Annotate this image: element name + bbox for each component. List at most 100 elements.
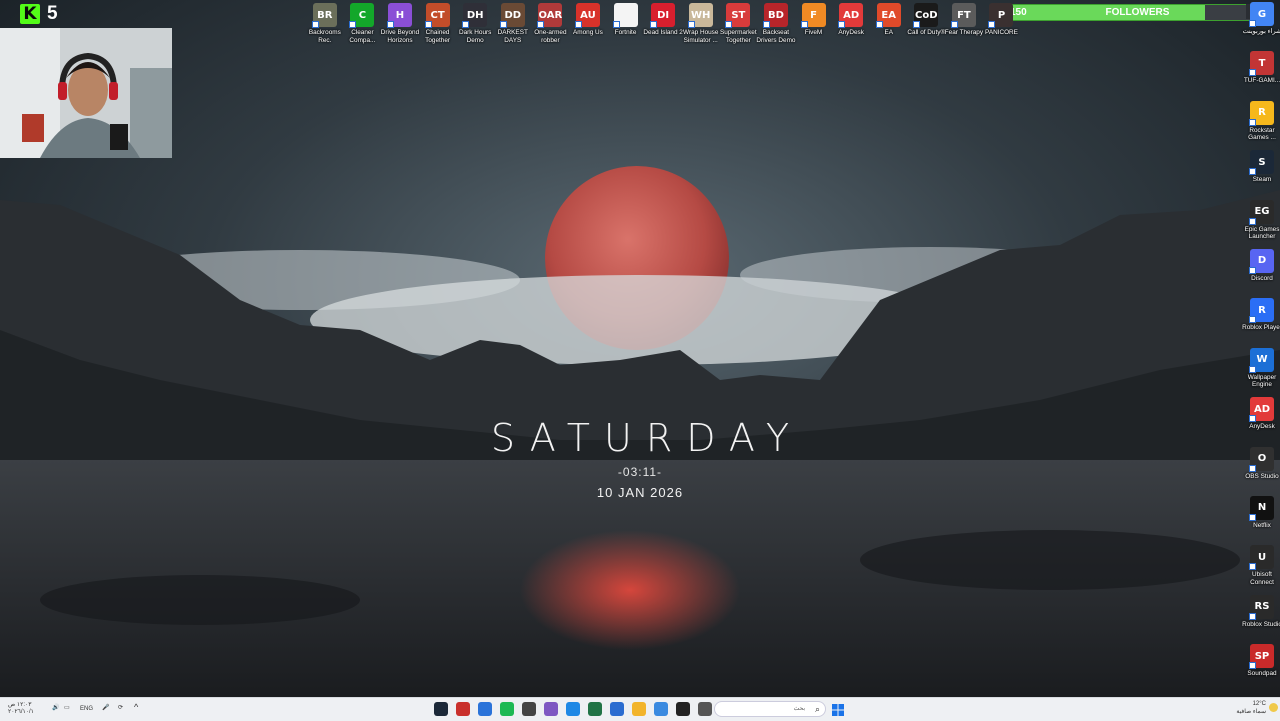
kick-logo: K bbox=[20, 4, 40, 24]
app-red-icon[interactable] bbox=[456, 702, 470, 716]
desktop-icon-ea[interactable]: EA EA bbox=[870, 3, 908, 44]
fear-therapy-icon: FT bbox=[950, 3, 976, 28]
epic-games-launcher-icon: EG bbox=[1249, 199, 1274, 225]
backseat-drivers-demo-icon: BD bbox=[762, 3, 788, 28]
drive-beyond-horizons-icon: H bbox=[386, 3, 412, 28]
desktop-icon-backrooms-rec[interactable]: BR Backrooms Rec. bbox=[306, 3, 344, 44]
desktop-icon-discord[interactable]: D Discord bbox=[1240, 248, 1280, 298]
desktop-icon-rockstar-games[interactable]: R Rockstar Games ... bbox=[1240, 100, 1280, 150]
soundpad-icon: SP bbox=[1249, 644, 1274, 670]
desktop-icon-label: One-armed robber bbox=[534, 29, 567, 44]
desktop-icon-label: TUF-GAMI... bbox=[1243, 77, 1280, 85]
desktop-icon-cleaner-compa[interactable]: C Cleaner Compa... bbox=[344, 3, 382, 44]
search-icon: ⌕ bbox=[814, 704, 820, 714]
fortnite-icon bbox=[612, 3, 638, 28]
desktop-icon-tuf-gami[interactable]: T TUF-GAMI... bbox=[1240, 51, 1280, 100]
desktop-icon-fivem[interactable]: F FiveM bbox=[795, 3, 833, 44]
desktop-icon-drive-beyond-horizons[interactable]: H Drive Beyond Horizons bbox=[381, 3, 419, 44]
desktop-icon-supermarket-together[interactable]: ST Supermarket Together bbox=[720, 3, 758, 44]
spotify-icon[interactable] bbox=[500, 702, 514, 716]
desktop-icon-wallpaper-engine[interactable]: W Wallpaper Engine bbox=[1240, 347, 1280, 397]
backrooms-rec-icon: BR bbox=[311, 3, 337, 28]
desktop-icon-backseat-drivers-demo[interactable]: BD Backseat Drivers Demo bbox=[756, 3, 795, 44]
start-button[interactable] bbox=[832, 703, 844, 716]
obs-icon[interactable] bbox=[522, 702, 536, 716]
desktop-icon-label: DARKEST DAYS bbox=[497, 29, 528, 44]
explorer-icon[interactable] bbox=[632, 702, 646, 716]
desktop-icon-soundpad[interactable]: SP Soundpad bbox=[1240, 644, 1280, 693]
desktop-icon-label: Wrap House Simulator ... bbox=[683, 29, 719, 44]
network-icon[interactable]: ▭ bbox=[64, 705, 70, 712]
photos-icon[interactable] bbox=[654, 702, 668, 716]
tray-app-icon[interactable]: ⟳ bbox=[118, 705, 123, 712]
one-armed-robber-icon: OAR bbox=[537, 3, 563, 28]
app-icon: G bbox=[1249, 2, 1274, 27]
desktop-icon-fear-therapy[interactable]: FT Fear Therapy bbox=[945, 3, 983, 44]
desktop-icon-darkest-days[interactable]: DD DARKEST DAYS bbox=[494, 3, 532, 44]
desktop-icon-dead-island-2[interactable]: DI Dead Island 2 bbox=[643, 3, 683, 44]
excel-icon[interactable] bbox=[588, 702, 602, 716]
desktop-icon-wrap-house-simulator[interactable]: WH Wrap House Simulator ... bbox=[682, 3, 720, 44]
steam-taskbar-icon[interactable] bbox=[434, 702, 448, 716]
weather-desc: سماء صافية bbox=[1236, 709, 1266, 715]
cleaner-compa-icon: C bbox=[349, 3, 375, 28]
edge-icon[interactable] bbox=[566, 702, 580, 716]
desktop-icon-label: Supermarket Together bbox=[720, 29, 757, 44]
search-placeholder: بحث bbox=[793, 706, 805, 712]
desktop-icon-label: Backrooms Rec. bbox=[308, 29, 341, 44]
desktop-icons-top-row: BR Backrooms Rec. C Cleaner Compa... H Drive … bbox=[306, 3, 1020, 44]
wallpaper-date: 10 JAN 2026 bbox=[596, 485, 684, 500]
desktop-icon-dark-hours-demo[interactable]: DH Dark Hours Demo bbox=[456, 3, 494, 44]
wallpaper-day: SATURDAY bbox=[490, 416, 804, 460]
desktop-icon-item-0[interactable]: G شراء بوربوينت bbox=[1240, 2, 1280, 51]
among-us-icon: AU bbox=[574, 3, 600, 28]
desktop-icon-epic-games-launcher[interactable]: EG Epic Games Launcher bbox=[1240, 199, 1280, 249]
tray-date: ٢٠٢٦/١٠/١ bbox=[8, 709, 34, 715]
mic-icon[interactable]: 🎤 bbox=[102, 705, 109, 712]
desktop-icon-roblox-studio[interactable]: RS Roblox Studio bbox=[1240, 594, 1280, 644]
weather-widget[interactable]: 12°C سماء صافية bbox=[1236, 700, 1266, 716]
desktop-icon-fortnite[interactable]: Fortnite bbox=[607, 3, 645, 44]
desktop-icon-panicore[interactable]: P PANICORE bbox=[983, 3, 1021, 44]
desktop-icon-label: Netflix bbox=[1253, 521, 1271, 529]
desktop-icon-label: شراء بوربوينت bbox=[1242, 28, 1280, 35]
calendar-icon[interactable] bbox=[610, 702, 624, 716]
desktop-icon-label: Call of Duty® bbox=[907, 29, 946, 36]
desktop-icon-anydesk[interactable]: AD AnyDesk bbox=[832, 3, 870, 44]
followers-label: FOLLOWERS bbox=[1105, 7, 1170, 18]
fivem-icon: F bbox=[800, 3, 826, 28]
notepad-icon[interactable] bbox=[698, 702, 712, 716]
desktop-icon-steam[interactable]: S Steam bbox=[1240, 150, 1280, 199]
language-indicator[interactable]: ENG bbox=[80, 706, 93, 713]
taskbar-search[interactable]: بحث ⌕ bbox=[714, 701, 826, 717]
desktop-icon-one-armed-robber[interactable]: OAR One-armed robber bbox=[532, 3, 570, 44]
desktop-icon-label: Drive Beyond Horizons bbox=[380, 29, 420, 44]
volume-icon[interactable]: 🔊 bbox=[52, 705, 59, 712]
dark-hours-demo-icon: DH bbox=[462, 3, 488, 28]
wallpaper-time: -03:11- bbox=[617, 465, 663, 479]
dead-island-2-icon: DI bbox=[650, 3, 676, 28]
desktop-icon-among-us[interactable]: AU Among Us bbox=[569, 3, 607, 44]
desktop-icon-label: Roblox Studio bbox=[1242, 620, 1280, 628]
desktop-icon-label: Dead Island 2 bbox=[643, 29, 683, 36]
kick-viewer-widget: K 5 bbox=[20, 3, 58, 25]
chat-icon[interactable] bbox=[544, 702, 558, 716]
chevron-up-icon[interactable]: ^ bbox=[134, 703, 138, 712]
epic-icon[interactable] bbox=[676, 702, 690, 716]
desktop-icon-ubisoft-connect[interactable]: U Ubisoft Connect bbox=[1240, 545, 1280, 594]
panicore-icon: P bbox=[988, 3, 1014, 28]
tray-clock[interactable]: ١٢:٠٣ ص ٢٠٢٦/١٠/١ bbox=[8, 702, 34, 716]
weather-temp: 12°C bbox=[1252, 701, 1266, 707]
tray-time: ١٢:٠٣ ص bbox=[8, 702, 32, 708]
app-blue-icon[interactable] bbox=[478, 702, 492, 716]
desktop-icon-label: AnyDesk bbox=[838, 29, 864, 36]
desktop-icon-call-of-duty[interactable]: CoD Call of Duty® bbox=[907, 3, 946, 44]
desktop-icon-chained-together[interactable]: CT Chained Together bbox=[419, 3, 457, 44]
wallpaper-engine-icon: W bbox=[1249, 347, 1274, 373]
desktop-icon-label: Rockstar Games ... bbox=[1248, 126, 1276, 142]
desktop-icon-label: EA bbox=[884, 29, 893, 36]
viewer-count: 5 bbox=[47, 3, 58, 24]
desktop-icon-roblox-player[interactable]: R Roblox Player bbox=[1240, 298, 1280, 347]
desktop-icon-netflix[interactable]: N Netflix bbox=[1240, 495, 1280, 545]
supermarket-together-icon: ST bbox=[725, 3, 751, 28]
